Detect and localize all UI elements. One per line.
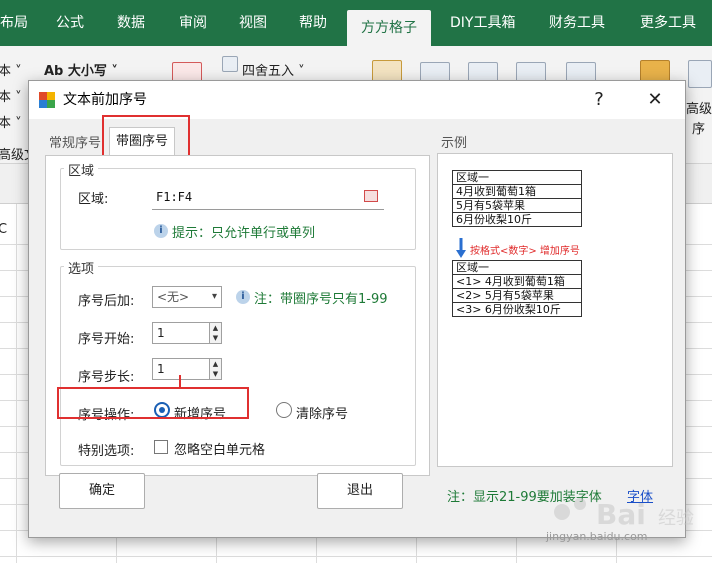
suffix-info-icon: i <box>236 290 250 304</box>
area-hint: 提示：只允许单行或单列 <box>172 226 316 241</box>
ribbon-round-button[interactable]: 四舍五入 ˅ <box>242 60 305 79</box>
dialog-titlebar[interactable]: 文本前加序号 ? ✕ <box>29 81 685 119</box>
ribbon-tab-layout[interactable]: 布局 <box>0 0 28 46</box>
ribbon-item-2[interactable]: 本 ˅ <box>0 86 22 105</box>
close-button[interactable]: ✕ <box>635 81 675 119</box>
ribbon-tab-formulas[interactable]: 公式 <box>56 0 84 46</box>
chevron-down-icon: ▾ <box>211 291 217 302</box>
options-group-label: 选项 <box>64 258 99 277</box>
clear-sequence-label[interactable]: 清除序号 <box>296 403 348 422</box>
start-value: 1 <box>157 326 165 340</box>
suffix-select-value: <无> <box>157 290 190 304</box>
start-stepper-buttons[interactable]: ▲ ▼ <box>209 323 221 343</box>
step-stepper[interactable]: 1 ▲ ▼ <box>152 358 222 380</box>
example-before-row: 区域一 <box>452 170 582 185</box>
suffix-hint: 注：带圈序号只有1-99 <box>254 292 388 307</box>
suffix-label: 序号后加: <box>78 294 135 309</box>
ribbon-tab-finance[interactable]: 财务工具 <box>549 0 605 46</box>
highlight-connector <box>179 375 181 389</box>
exit-button[interactable]: 退出 <box>317 473 403 509</box>
ribbon-sequence-label[interactable]: 序 <box>692 118 705 137</box>
example-panel: 区域一 4月收到葡萄1箱 5月有5袋苹果 6月份收梨10斤 按格式<数字> 增加… <box>437 153 673 467</box>
example-before-table: 区域一 4月收到葡萄1箱 5月有5袋苹果 6月份收梨10斤 <box>452 170 582 227</box>
example-before-row: 4月收到葡萄1箱 <box>452 184 582 199</box>
ribbon-item-3[interactable]: 本 ˅ <box>0 112 22 131</box>
special-label: 特别选项: <box>78 444 135 459</box>
settings-panel: 区域 区域: F1:F4 i 提示：只允许单行或单列 选项 序号后加: <无> … <box>45 155 430 476</box>
area-info-icon: i <box>154 224 168 238</box>
column-header-c[interactable]: C <box>0 222 7 237</box>
example-note: 按格式<数字> 增加序号 <box>470 246 580 257</box>
ok-button[interactable]: 确定 <box>59 473 145 509</box>
suffix-select[interactable]: <无> ▾ <box>152 286 222 308</box>
example-after-row: <3> 6月份收梨10斤 <box>452 302 582 317</box>
example-after-row: <2> 5月有5袋苹果 <box>452 288 582 303</box>
ribbon-tab-help[interactable]: 帮助 <box>299 0 327 46</box>
example-before-row: 5月有5袋苹果 <box>452 198 582 213</box>
svg-text:经验: 经验 <box>658 508 694 529</box>
range-picker-icon[interactable] <box>364 190 378 202</box>
ribbon-tab-review[interactable]: 审阅 <box>179 0 207 46</box>
ribbon-tab-bar: 布局 公式 数据 审阅 视图 帮助 方方格子 DIY工具箱 财务工具 更多工具 <box>0 0 712 46</box>
ribbon-tab-more[interactable]: 更多工具 <box>640 0 696 46</box>
prefix-sequence-dialog: 文本前加序号 ? ✕ 常规序号 带圈序号 区域 区域: F1:F4 i 提示：只… <box>28 80 686 538</box>
baidu-watermark-logo: Bai 经验 <box>554 498 694 531</box>
ribbon-item-1[interactable]: 本 ˅ <box>0 60 22 79</box>
ribbon-round-icon <box>222 56 238 72</box>
example-after-row: 区域一 <box>452 260 582 275</box>
area-label: 区域: <box>78 192 109 207</box>
svg-text:Bai: Bai <box>596 498 646 531</box>
ribbon-tab-diy[interactable]: DIY工具箱 <box>450 0 515 46</box>
example-after-table: 区域一 <1> 4月收到葡萄1箱 <2> 5月有5袋苹果 <3> 6月份收梨10… <box>452 260 582 317</box>
highlight-operation-box <box>57 387 249 419</box>
area-input[interactable]: F1:F4 <box>152 186 384 210</box>
watermark-url: jingyan.baidu.com <box>546 530 648 543</box>
ignore-blank-label[interactable]: 忽略空白单元格 <box>174 439 265 458</box>
ribbon-tab-data[interactable]: 数据 <box>117 0 145 46</box>
ignore-blank-checkbox[interactable] <box>154 440 168 454</box>
start-label: 序号开始: <box>78 332 135 347</box>
tab-normal-sequence[interactable]: 常规序号 <box>49 133 101 155</box>
arrow-down-icon <box>456 238 466 258</box>
step-label: 序号步长: <box>78 370 135 385</box>
ribbon-advanced-label[interactable]: 高级 <box>686 98 712 117</box>
help-button[interactable]: ? <box>579 81 619 119</box>
dialog-title: 文本前加序号 <box>63 92 147 108</box>
area-group-label: 区域 <box>64 160 99 179</box>
ribbon-tab-view[interactable]: 视图 <box>239 0 267 46</box>
start-stepper[interactable]: 1 ▲ ▼ <box>152 322 222 344</box>
step-stepper-buttons[interactable]: ▲ ▼ <box>209 359 221 379</box>
app-icon <box>39 92 55 108</box>
step-value: 1 <box>157 362 165 376</box>
highlight-tab-box <box>102 115 190 159</box>
example-title: 示例 <box>441 136 468 151</box>
example-before-row: 6月份收梨10斤 <box>452 212 582 227</box>
ribbon-sort-icon[interactable] <box>688 60 712 88</box>
example-after-row: <1> 4月收到葡萄1箱 <box>452 274 582 289</box>
clear-sequence-radio[interactable] <box>276 402 292 418</box>
ribbon-tab-fangfang[interactable]: 方方格子 <box>347 10 431 46</box>
ribbon-case-button[interactable]: Ab 大小写 ˅ <box>44 60 118 79</box>
